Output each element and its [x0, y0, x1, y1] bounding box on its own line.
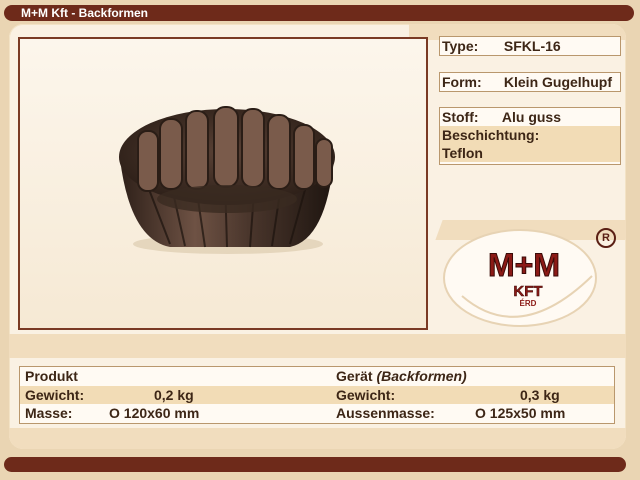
type-value: SFKL-16 [503, 38, 561, 54]
stoff-label: Stoff: [442, 109, 479, 125]
beschichtung-label: Beschichtung: [442, 127, 540, 143]
window-title: M+M Kft - Backformen [21, 6, 149, 20]
type-label: Type: [442, 38, 479, 54]
product-header: Produkt [25, 368, 78, 384]
device-weight-value: 0,3 kg [520, 387, 560, 403]
bottom-bar [4, 457, 626, 472]
product-size-value: O 120x60 mm [109, 405, 200, 421]
device-header: Gerät (Backformen) [336, 368, 467, 384]
product-size-label: Masse: [25, 405, 73, 421]
gugelhupf-mold-image [119, 106, 335, 254]
logo-sub-text: KFT [513, 283, 542, 300]
decor-stripe [9, 428, 626, 449]
weight-size-table: Produkt Gerät (Backformen) Gewicht: 0,2 … [19, 366, 615, 424]
device-header-note: (Backformen) [376, 368, 467, 384]
device-weight-label: Gewicht: [336, 387, 396, 403]
form-label: Form: [442, 74, 482, 90]
logo-main-text: M+M [488, 247, 560, 283]
type-field: Type: SFKL-16 [439, 36, 621, 56]
logo-city-text: ÉRD [520, 299, 537, 308]
title-bar: M+M Kft - Backformen [4, 5, 634, 21]
form-value: Klein Gugelhupf [503, 74, 612, 90]
registered-mark: R [596, 228, 616, 248]
beschichtung-value: Teflon [442, 145, 483, 161]
stoff-value: Alu guss [501, 109, 562, 125]
company-logo: M+M KFT ÉRD [443, 229, 597, 327]
product-weight-value: 0,2 kg [154, 387, 194, 403]
device-size-value: O 125x50 mm [475, 405, 566, 421]
product-weight-label: Gewicht: [25, 387, 85, 403]
material-field: Stoff: Alu guss Beschichtung: Teflon [439, 107, 621, 165]
product-photo [18, 37, 428, 330]
form-field: Form: Klein Gugelhupf [439, 72, 621, 92]
device-size-label: Aussenmasse: [336, 405, 435, 421]
decor-stripe [9, 334, 626, 358]
